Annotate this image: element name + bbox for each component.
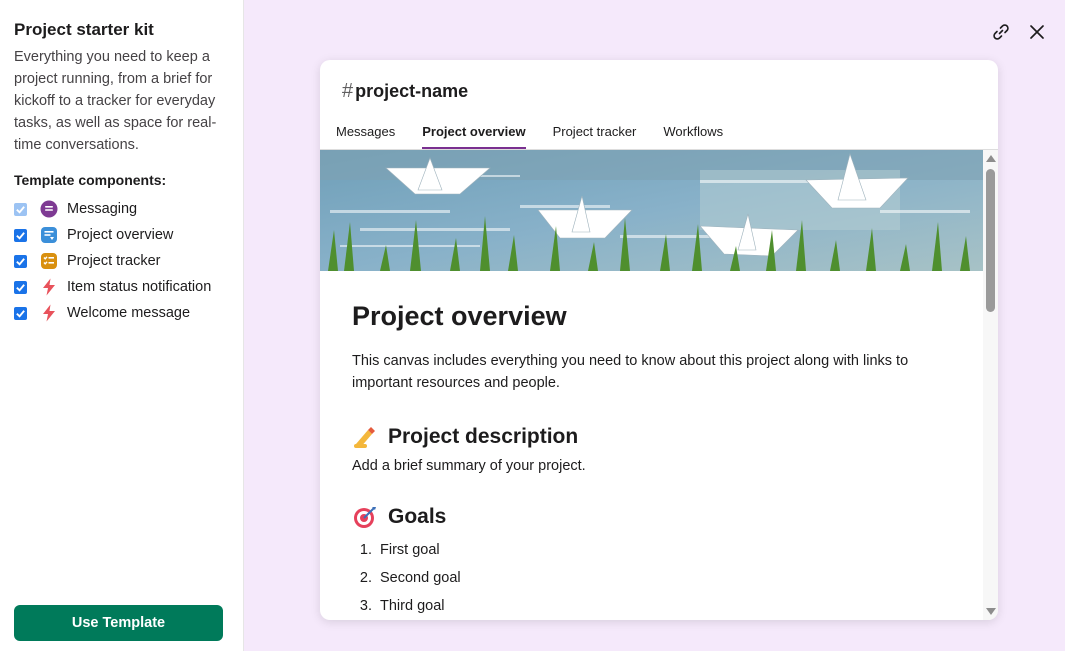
project-tracker-checkbox[interactable] [14, 254, 27, 268]
canvas-body: Project overview This canvas includes ev… [352, 271, 952, 620]
description-heading-text: Project description [388, 425, 579, 448]
messaging-icon [40, 200, 58, 218]
list-item: 2. Second goal [359, 570, 461, 586]
canvas-icon [40, 226, 58, 244]
list-item: 3. Third goal [359, 598, 445, 614]
canvas-scrollbar[interactable] [983, 150, 998, 620]
component-messaging: Messaging [14, 196, 229, 222]
messaging-checkbox [14, 202, 27, 216]
writing-hand-icon [352, 424, 378, 450]
project-overview-checkbox[interactable] [14, 228, 27, 242]
tab-project-tracker[interactable]: Project tracker [553, 124, 637, 149]
tab-messages[interactable]: Messages [336, 124, 395, 149]
list-icon [40, 252, 58, 270]
template-description: Everything you need to keep a project ru… [14, 49, 217, 153]
scroll-thumb[interactable] [986, 169, 995, 312]
close-icon[interactable] [1027, 22, 1047, 42]
use-template-button[interactable]: Use Template [14, 605, 223, 641]
dialog-actions [991, 22, 1047, 42]
component-label: Messaging [67, 201, 138, 217]
component-label: Project overview [67, 227, 174, 243]
channel-name: project-name [355, 81, 469, 101]
template-title: Project starter kit [14, 20, 154, 39]
canvas-content: Project overview This canvas includes ev… [320, 150, 983, 620]
goals-heading: Goals [352, 504, 952, 530]
description-text: Add a brief summary of your project. [352, 458, 586, 474]
channel-header: # project-name [342, 80, 468, 103]
description-heading: Project description [352, 424, 952, 450]
list-item: 1. First goal [359, 542, 440, 558]
canvas-title: Project overview [352, 301, 567, 331]
component-label: Project tracker [67, 253, 161, 269]
workflow-bolt-icon [40, 304, 58, 322]
welcome-message-checkbox[interactable] [14, 306, 27, 320]
canvas-intro: This canvas includes everything you need… [352, 353, 909, 391]
components-list: Messaging Project overview Project track… [14, 196, 229, 326]
target-icon [352, 504, 378, 530]
item-status-checkbox[interactable] [14, 280, 27, 294]
component-project-overview[interactable]: Project overview [14, 222, 229, 248]
goals-list: 1. First goal 2. Second goal 3. Third goal [352, 542, 952, 620]
goals-heading-text: Goals [388, 505, 447, 528]
component-label: Welcome message [67, 305, 191, 321]
workflow-bolt-icon [40, 278, 58, 296]
component-item-status-notification[interactable]: Item status notification [14, 274, 229, 300]
component-label: Item status notification [67, 279, 212, 295]
component-project-tracker[interactable]: Project tracker [14, 248, 229, 274]
link-icon[interactable] [991, 22, 1011, 42]
tab-project-overview[interactable]: Project overview [422, 124, 526, 149]
channel-preview-card: # project-name Messages Project overview… [320, 60, 998, 620]
tab-workflows[interactable]: Workflows [663, 124, 723, 149]
scroll-up-arrow[interactable] [986, 155, 996, 162]
canvas-banner-image [320, 150, 983, 271]
scroll-down-arrow[interactable] [986, 608, 996, 615]
component-welcome-message[interactable]: Welcome message [14, 300, 229, 326]
template-sidebar: Project starter kit Everything you need … [0, 0, 244, 651]
hash-icon: # [342, 80, 354, 102]
channel-tabs: Messages Project overview Project tracke… [336, 124, 750, 149]
components-heading: Template components: [14, 172, 167, 188]
